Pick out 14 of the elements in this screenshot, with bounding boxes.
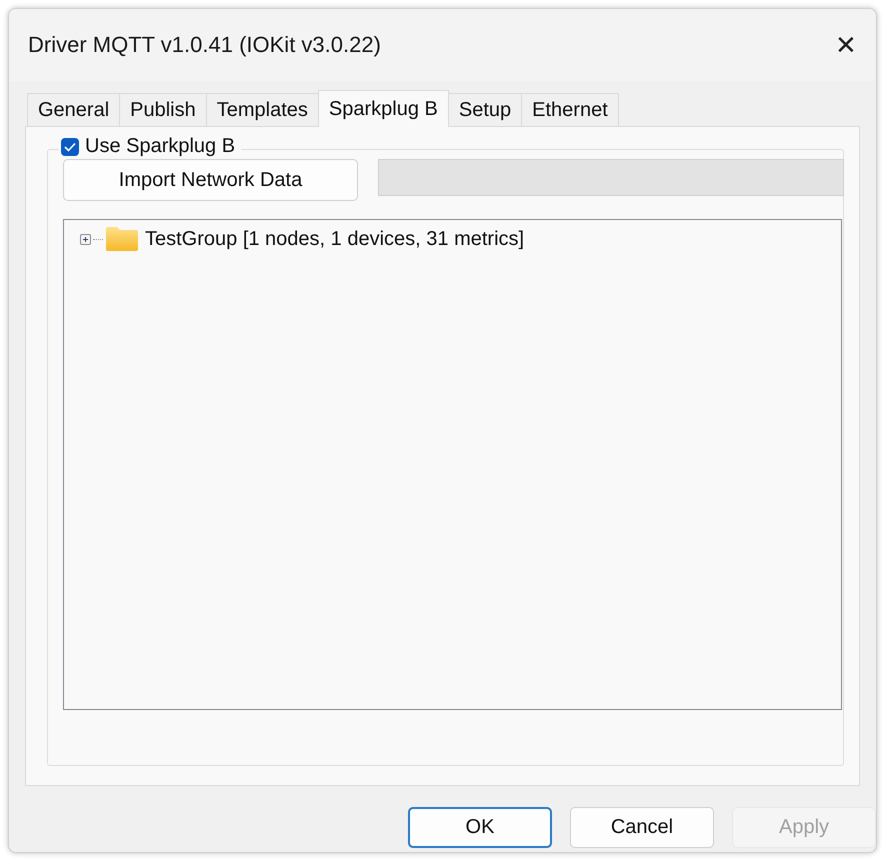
- window-title: Driver MQTT v1.0.41 (IOKit v3.0.22): [28, 32, 381, 58]
- tree-node-label[interactable]: TestGroup [1 nodes, 1 devices, 31 metrics]: [145, 228, 524, 250]
- checkbox-label: Use Sparkplug B: [85, 135, 236, 158]
- dialog-button[interactable]: Cancel: [570, 807, 714, 848]
- close-button[interactable]: ✕: [826, 25, 866, 65]
- folder-icon: [105, 226, 139, 252]
- tab[interactable]: Sparkplug B: [318, 90, 449, 127]
- dialog-button[interactable]: OK: [408, 807, 552, 848]
- checkbox[interactable]: [61, 138, 79, 156]
- check-icon: [64, 142, 76, 152]
- expand-icon[interactable]: [80, 234, 91, 244]
- tab[interactable]: General: [27, 93, 120, 126]
- import-button[interactable]: Import Network Data: [63, 159, 358, 201]
- tab[interactable]: Ethernet: [521, 93, 619, 126]
